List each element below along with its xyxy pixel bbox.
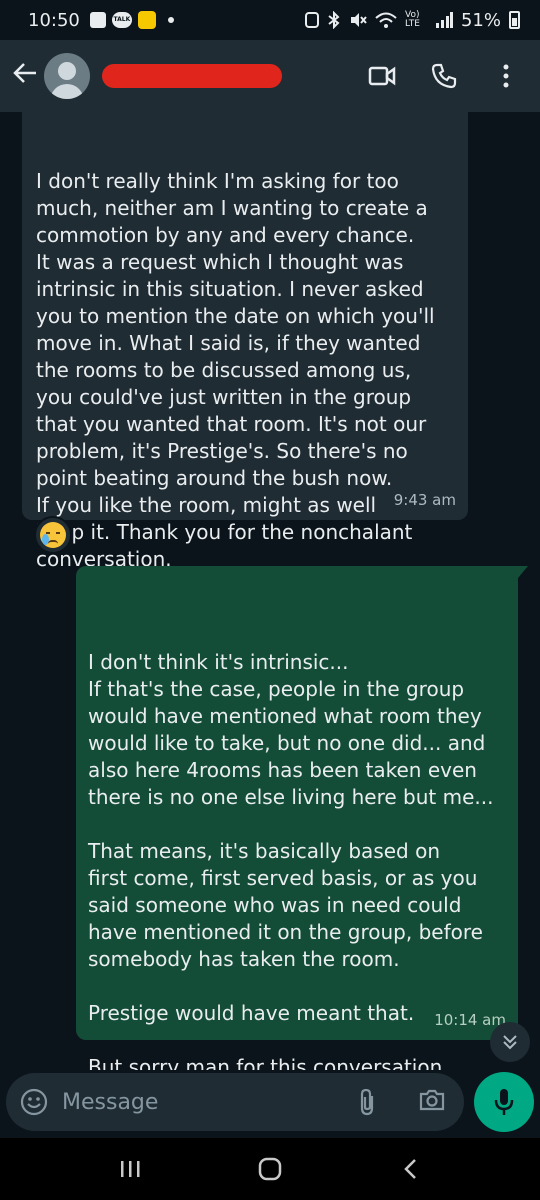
video-call-icon[interactable] — [368, 62, 396, 90]
double-chevron-down-icon — [503, 1035, 517, 1050]
gallery-notification-icon — [89, 12, 106, 28]
wifi-icon — [375, 12, 397, 28]
chat-area[interactable]: I don't really think I'm asking for too … — [0, 112, 540, 1070]
composer-bar: Message — [0, 1070, 540, 1134]
reaction-badge[interactable] — [34, 516, 72, 554]
system-navigation-bar — [0, 1138, 540, 1200]
contact-name[interactable]: redacted — [102, 64, 282, 88]
status-time: 10:50 — [28, 9, 80, 31]
outgoing-message[interactable]: I don't think it's intrinsic... If that'… — [76, 566, 528, 1070]
battery-icon — [509, 11, 520, 29]
recent-apps-icon[interactable] — [110, 1149, 150, 1189]
message-text: I don't really think I'm asking for too … — [36, 169, 435, 571]
incoming-message[interactable]: I don't really think I'm asking for too … — [22, 112, 468, 571]
bluetooth-icon — [328, 11, 340, 29]
app-notification-icon — [137, 11, 156, 29]
camera-icon[interactable] — [418, 1088, 446, 1116]
emoji-icon[interactable] — [20, 1088, 48, 1116]
chat-header: redacted — [0, 40, 540, 112]
message-time: 9:43 am — [393, 491, 456, 509]
voice-call-icon[interactable] — [430, 62, 458, 90]
scroll-to-bottom-button[interactable] — [490, 1022, 530, 1062]
network-type-label: Vo) LTE — [404, 10, 420, 29]
attach-icon[interactable] — [356, 1088, 378, 1120]
status-bar: 10:50 TALK Vo) LTE 51% — [0, 0, 540, 40]
back-arrow-icon[interactable] — [12, 60, 40, 93]
message-input[interactable]: Message — [6, 1073, 464, 1131]
battery-percentage: 51% — [460, 9, 501, 31]
avatar[interactable] — [44, 53, 90, 99]
message-placeholder: Message — [62, 1089, 159, 1115]
crying-face-emoji-icon — [40, 522, 66, 548]
talk-notification-icon: TALK — [111, 12, 132, 28]
voice-message-button[interactable] — [474, 1072, 534, 1132]
back-nav-icon[interactable] — [390, 1149, 430, 1189]
alarm-icon — [304, 12, 319, 28]
home-icon[interactable] — [250, 1149, 290, 1189]
more-notifications-dot-icon — [167, 17, 174, 23]
more-options-icon[interactable] — [492, 62, 520, 90]
mute-icon — [350, 13, 367, 27]
mic-icon — [494, 1089, 514, 1115]
signal-icon — [435, 12, 453, 28]
